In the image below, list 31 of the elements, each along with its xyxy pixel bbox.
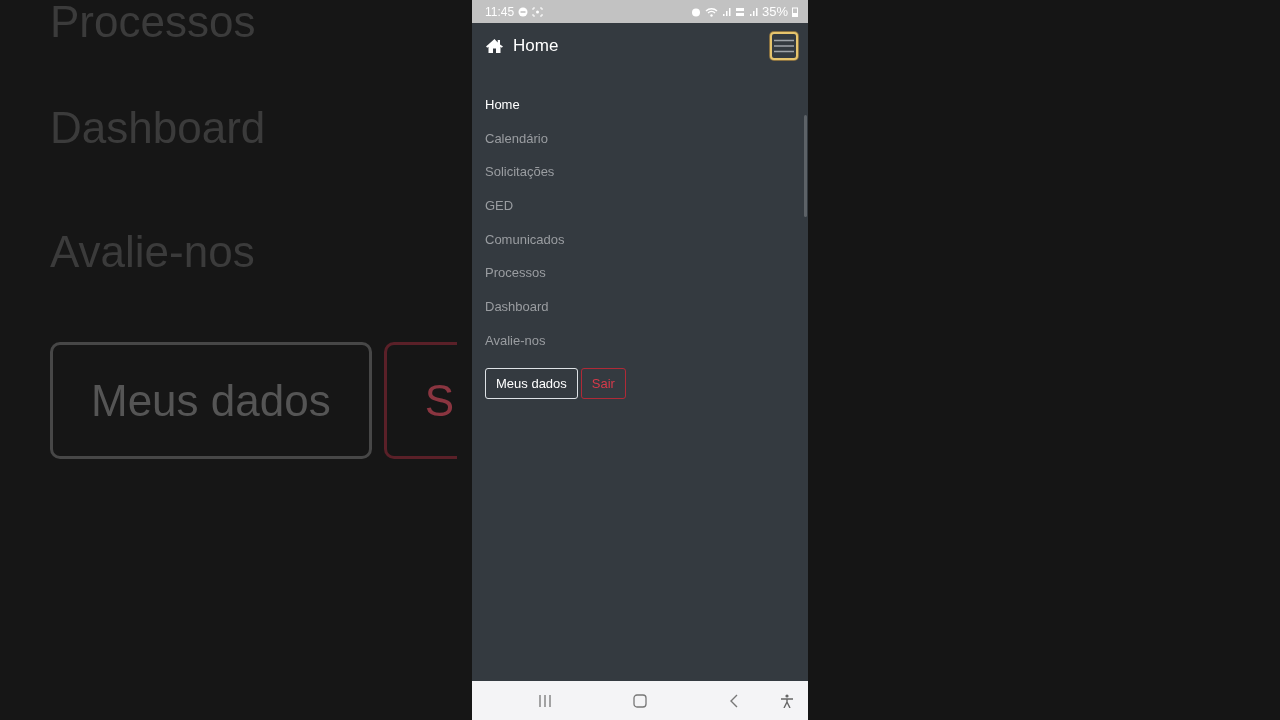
logout-button[interactable]: Sair xyxy=(580,367,626,399)
profile-button[interactable]: Meus dados xyxy=(485,367,578,399)
menu-link[interactable]: Dashboard xyxy=(485,297,549,331)
recent-apps-icon[interactable] xyxy=(538,694,552,707)
accessibility-icon[interactable] xyxy=(780,693,793,708)
volte-icon xyxy=(734,6,745,17)
menu-icon xyxy=(774,39,794,53)
home-button-icon[interactable] xyxy=(632,693,647,708)
blurred-logout-tile: S xyxy=(383,342,457,459)
menu-link[interactable]: Calendário xyxy=(485,128,548,163)
signal-icon xyxy=(721,6,731,17)
clock: 11:45 xyxy=(485,4,515,19)
blurred-profile-tile: Meus dados xyxy=(50,342,372,459)
battery-level: 35% xyxy=(761,4,788,19)
back-icon[interactable] xyxy=(729,693,739,708)
menu-link[interactable]: Processos xyxy=(485,263,546,298)
do-not-disturb-icon xyxy=(518,6,529,17)
alarm-icon xyxy=(690,6,701,17)
menu-link[interactable]: GED xyxy=(485,196,514,230)
brand-link[interactable]: Home xyxy=(485,36,770,56)
battery-icon xyxy=(792,6,798,17)
signal-icon xyxy=(748,6,758,17)
menu-link[interactable]: Avalie-nos xyxy=(485,330,546,365)
menu-toggle-button[interactable] xyxy=(770,32,798,60)
menu-link[interactable]: Comunicados xyxy=(485,229,565,264)
home-icon xyxy=(485,38,504,54)
screen-record-icon xyxy=(532,6,544,17)
menu-link[interactable]: Solicitações xyxy=(485,162,555,197)
menu-link[interactable]: Home xyxy=(485,95,520,129)
scrollbar[interactable] xyxy=(804,115,807,217)
wifi-icon xyxy=(704,6,718,17)
